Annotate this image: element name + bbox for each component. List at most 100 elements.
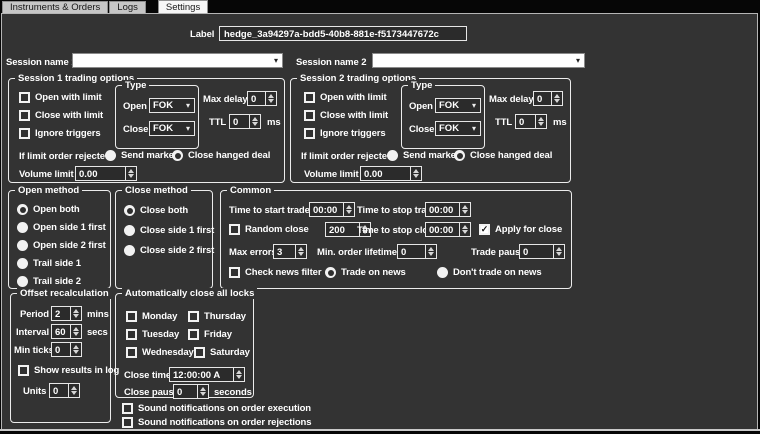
checkbox-show-results-in-log[interactable]: Show results in log <box>18 364 119 377</box>
checkbox-tuesday[interactable]: Tuesday <box>126 328 179 341</box>
spin-down-icon[interactable] <box>346 210 352 214</box>
checkbox-box[interactable] <box>19 92 30 103</box>
spin-up-icon[interactable] <box>200 387 206 391</box>
spin-buttons[interactable] <box>70 307 81 320</box>
radio-dot[interactable] <box>17 258 28 269</box>
open-type-combobox[interactable]: FOK ▾ <box>435 98 481 113</box>
checkbox-random-close[interactable]: Random close <box>229 223 309 236</box>
checkbox-box[interactable] <box>194 347 205 358</box>
checkbox-open-with-limit[interactable]: Open with limit <box>304 91 387 104</box>
trade-pause-spinbox[interactable]: 0 <box>519 244 565 259</box>
checkbox-friday[interactable]: Friday <box>188 328 232 341</box>
close-type-combobox[interactable]: FOK ▾ <box>149 121 195 136</box>
spin-up-icon[interactable] <box>428 247 434 251</box>
checkbox-box[interactable] <box>188 329 199 340</box>
chevron-down-icon[interactable]: ▾ <box>470 125 480 133</box>
spin-up-icon[interactable] <box>554 94 560 98</box>
checkbox-sound-order-rejections[interactable]: Sound notifications on order rejections <box>122 416 311 429</box>
spin-down-icon[interactable] <box>538 122 544 126</box>
spin-down-icon[interactable] <box>73 332 79 336</box>
checkbox-box[interactable] <box>122 417 133 428</box>
close-time-spinbox[interactable]: 12:00:00 A <box>169 367 245 382</box>
spin-up-icon[interactable] <box>73 327 79 331</box>
spin-buttons[interactable] <box>295 245 306 258</box>
spin-buttons[interactable] <box>233 368 244 381</box>
spin-down-icon[interactable] <box>73 314 79 318</box>
checkbox-box[interactable] <box>304 92 315 103</box>
spin-buttons[interactable] <box>68 384 79 397</box>
min-order-lifetime-spinbox[interactable]: 0 <box>397 244 437 259</box>
ttl-spinbox[interactable]: 0 <box>229 114 261 129</box>
checkbox-box[interactable] <box>19 110 30 121</box>
period-spinbox[interactable]: 2 <box>51 306 82 321</box>
tab-instruments-orders[interactable]: Instruments & Orders <box>2 1 108 13</box>
session-name-2-combobox[interactable]: ▾ <box>372 53 585 68</box>
checkbox-box[interactable] <box>229 267 240 278</box>
spin-up-icon[interactable] <box>413 169 419 173</box>
time-stop-trade-spinbox[interactable]: 00:00 <box>425 202 471 217</box>
checkbox-close-with-limit[interactable]: Close with limit <box>304 109 388 122</box>
spin-down-icon[interactable] <box>413 174 419 178</box>
chevron-down-icon[interactable]: ▾ <box>184 102 194 110</box>
spin-down-icon[interactable] <box>462 210 468 214</box>
checkbox-box[interactable] <box>19 128 30 139</box>
checkbox-box[interactable] <box>126 329 137 340</box>
spin-down-icon[interactable] <box>252 122 258 126</box>
radio-dont-trade-on-news[interactable]: Don't trade on news <box>437 266 542 279</box>
spin-buttons[interactable] <box>459 203 470 216</box>
radio-send-market[interactable]: Send market <box>387 149 459 162</box>
spin-up-icon[interactable] <box>252 117 258 121</box>
checkbox-box[interactable] <box>18 365 29 376</box>
radio-dot[interactable] <box>105 150 116 161</box>
spin-down-icon[interactable] <box>71 391 77 395</box>
spin-down-icon[interactable] <box>554 99 560 103</box>
radio-dot[interactable] <box>172 150 183 161</box>
spin-up-icon[interactable] <box>462 205 468 209</box>
radio-trail-side-1[interactable]: Trail side 1 <box>17 257 81 270</box>
chevron-down-icon[interactable]: ▾ <box>574 57 584 65</box>
radio-dot[interactable] <box>437 267 448 278</box>
spin-down-icon[interactable] <box>298 252 304 256</box>
radio-send-market[interactable]: Send market <box>105 149 177 162</box>
chevron-down-icon[interactable]: ▾ <box>272 57 282 65</box>
spin-down-icon[interactable] <box>128 174 134 178</box>
tab-settings[interactable]: Settings <box>158 0 208 13</box>
radio-dot[interactable] <box>454 150 465 161</box>
spin-buttons[interactable] <box>70 343 81 356</box>
radio-dot[interactable] <box>387 150 398 161</box>
max-delay-spinbox[interactable]: 0 <box>247 91 277 106</box>
radio-trail-side-2[interactable]: Trail side 2 <box>17 275 81 288</box>
spin-up-icon[interactable] <box>556 247 562 251</box>
radio-trade-on-news[interactable]: Trade on news <box>325 266 406 279</box>
spin-buttons[interactable] <box>343 203 354 216</box>
checkbox-wednesday[interactable]: Wednesday <box>126 346 194 359</box>
radio-dot[interactable] <box>124 205 135 216</box>
spin-buttons[interactable] <box>70 325 81 338</box>
max-delay-spinbox[interactable]: 0 <box>533 91 563 106</box>
close-type-combobox[interactable]: FOK ▾ <box>435 121 481 136</box>
spin-buttons[interactable] <box>459 223 470 236</box>
spin-buttons[interactable] <box>265 92 276 105</box>
checkbox-saturday[interactable]: Saturday <box>194 346 250 359</box>
close-pause-spinbox[interactable]: 0 <box>173 384 209 399</box>
checkbox-box[interactable] <box>126 311 137 322</box>
spin-down-icon[interactable] <box>268 99 274 103</box>
radio-close-hanged-deal[interactable]: Close hanged deal <box>454 149 552 162</box>
checkbox-open-with-limit[interactable]: Open with limit <box>19 91 102 104</box>
spin-up-icon[interactable] <box>462 225 468 229</box>
checkbox-box[interactable] <box>229 224 240 235</box>
time-stop-close-spinbox[interactable]: 00:00 <box>425 222 471 237</box>
checkbox-sound-order-execution[interactable]: Sound notifications on order execution <box>122 402 311 415</box>
checkbox-box[interactable] <box>304 128 315 139</box>
spin-down-icon[interactable] <box>200 392 206 396</box>
checkbox-box[interactable] <box>126 347 137 358</box>
checkbox-ignore-triggers[interactable]: Ignore triggers <box>19 127 101 140</box>
spin-buttons[interactable] <box>551 92 562 105</box>
tab-logs[interactable]: Logs <box>109 1 146 13</box>
spin-up-icon[interactable] <box>73 309 79 313</box>
ttl-spinbox[interactable]: 0 <box>515 114 547 129</box>
volume-limit-spinbox[interactable]: 0.00 <box>360 166 422 181</box>
spin-up-icon[interactable] <box>268 94 274 98</box>
radio-dot[interactable] <box>325 267 336 278</box>
checkbox-box[interactable] <box>304 110 315 121</box>
